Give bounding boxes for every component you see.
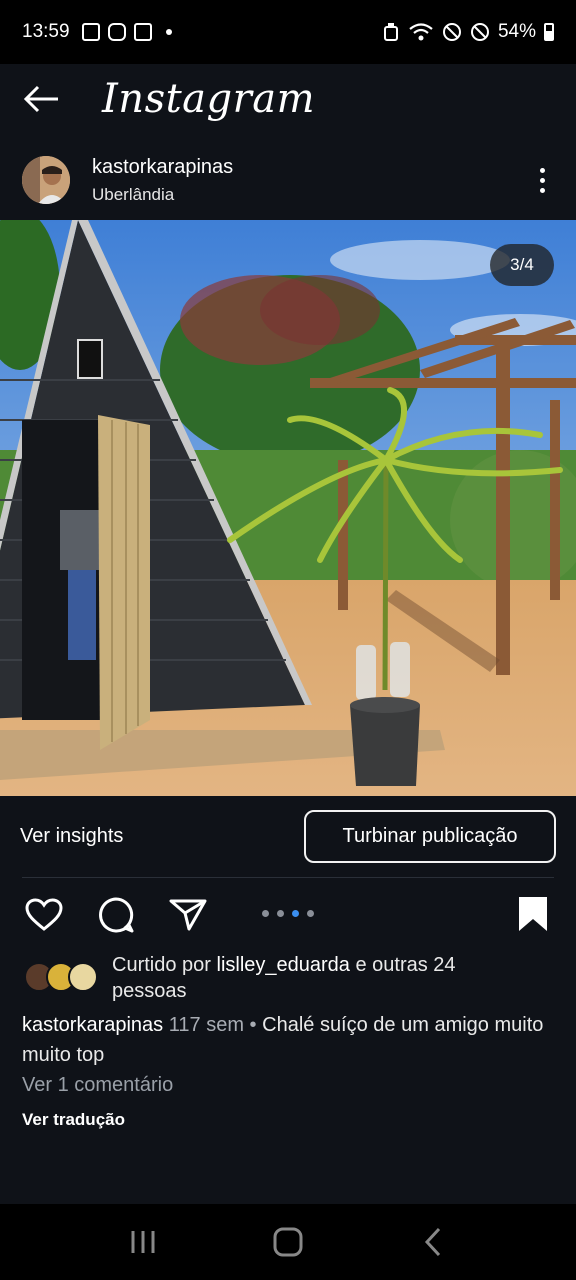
carousel-dot-active: [292, 910, 299, 917]
bookmark-icon[interactable]: [518, 896, 548, 937]
alarm-icon: [383, 23, 398, 41]
post-location[interactable]: Uberlândia: [92, 185, 233, 205]
view-comments-link[interactable]: Ver 1 comentário: [22, 1074, 173, 1097]
battery-percent: 54%: [497, 21, 536, 42]
likes-text: Curtido por lislley_eduarda e outras 24 …: [112, 952, 532, 1004]
carousel-indicator: [262, 910, 314, 917]
liker-avatar: [68, 962, 98, 992]
carousel-dot: [262, 910, 269, 917]
likes-summary[interactable]: Curtido por lislley_eduarda e outras 24 …: [24, 952, 554, 1004]
app-header: Instagram: [0, 64, 576, 134]
more-vert-icon[interactable]: [530, 160, 554, 200]
do-not-disturb-icon: [442, 23, 461, 41]
view-translation-link[interactable]: Ver tradução: [22, 1110, 125, 1130]
insights-row: Ver insights Turbinar publicação: [0, 806, 576, 866]
likes-user[interactable]: lislley_eduarda: [217, 954, 350, 976]
system-nav-bar: [0, 1204, 576, 1280]
share-icon[interactable]: [168, 895, 208, 935]
carousel-dot: [277, 910, 284, 917]
post-photo[interactable]: 3/4: [0, 220, 576, 796]
user-meta: kastorkarapinas Uberlândia: [92, 156, 233, 205]
heart-icon[interactable]: [24, 895, 64, 935]
carousel-dot: [307, 910, 314, 917]
no-signal-icon: [470, 23, 489, 41]
boost-post-button[interactable]: Turbinar publicação: [304, 809, 556, 863]
caption-separator: •: [249, 1014, 257, 1036]
instagram-logo: Instagram: [102, 76, 316, 122]
post-actions: [0, 890, 576, 940]
back-nav-icon[interactable]: [413, 1222, 453, 1262]
caption-time: 117 sem: [168, 1014, 244, 1036]
more-notifications-icon: [165, 29, 172, 35]
avatar[interactable]: [22, 156, 70, 204]
status-time: 13:59: [22, 21, 70, 42]
comment-icon[interactable]: [96, 895, 136, 935]
post-username[interactable]: kastorkarapinas: [92, 156, 233, 179]
status-right: 54%: [382, 21, 554, 43]
status-bar: 13:59 54%: [0, 0, 576, 64]
instagram-notification-icon: [107, 23, 126, 41]
caption-username[interactable]: kastorkarapinas: [22, 1014, 163, 1036]
liker-avatars: [24, 962, 104, 994]
likes-prefix: Curtido por: [112, 954, 211, 976]
wifi-icon: [409, 23, 433, 41]
page-indicator: 3/4: [490, 244, 554, 286]
battery-icon: [544, 23, 554, 41]
recents-icon[interactable]: [123, 1222, 163, 1262]
gallery-notification-icon: [81, 23, 100, 41]
home-icon[interactable]: [268, 1222, 308, 1262]
divider: [22, 877, 554, 878]
post-header: kastorkarapinas Uberlândia: [0, 145, 576, 215]
back-arrow-icon[interactable]: [22, 79, 62, 119]
app-notification-icon: [133, 23, 152, 41]
post-caption: kastorkarapinas 117 sem • Chalé suíço de…: [22, 1010, 557, 1070]
notification-icons: [81, 23, 172, 41]
view-insights-link[interactable]: Ver insights: [20, 825, 123, 848]
